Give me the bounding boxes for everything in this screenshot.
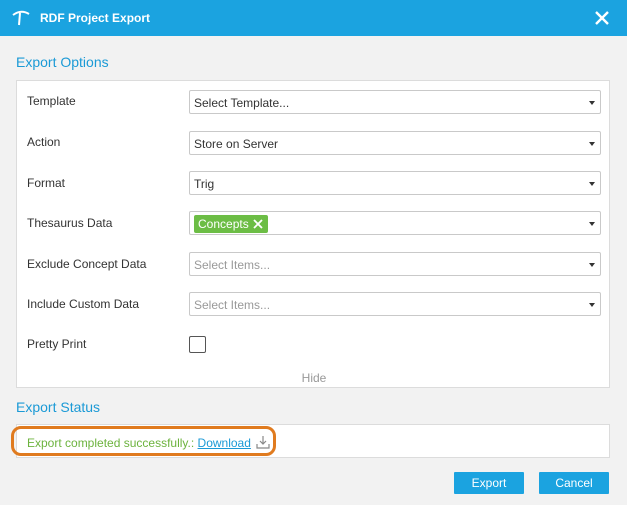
template-label: Template: [27, 94, 76, 108]
include-custom-data-label: Include Custom Data: [27, 297, 140, 311]
thesaurus-data-select[interactable]: Concepts: [189, 211, 601, 235]
chevron-down-icon: [589, 101, 595, 105]
hide-options-link[interactable]: Hide: [17, 371, 611, 385]
pretty-print-checkbox[interactable]: [189, 336, 206, 353]
exclude-concept-data-placeholder: Select Items...: [194, 258, 271, 272]
exclude-concept-data-label: Exclude Concept Data: [27, 257, 147, 271]
window-title: RDF Project Export: [40, 11, 151, 25]
template-select[interactable]: Select Template...: [189, 90, 601, 114]
include-custom-data-placeholder: Select Items...: [194, 298, 271, 312]
export-options-heading: Export Options: [16, 54, 109, 70]
template-value: Select Template...: [194, 96, 290, 110]
close-icon[interactable]: [593, 9, 611, 27]
action-label: Action: [27, 135, 61, 149]
action-select[interactable]: Store on Server: [189, 131, 601, 155]
format-label: Format: [27, 176, 66, 190]
concepts-tag: Concepts: [194, 215, 268, 233]
format-select[interactable]: Trig: [189, 171, 601, 195]
chevron-down-icon: [589, 303, 595, 307]
status-highlight-outline: [11, 426, 276, 456]
app-logo-icon: [12, 10, 30, 26]
pretty-print-label: Pretty Print: [27, 337, 87, 351]
concepts-tag-label: Concepts: [198, 217, 249, 231]
cancel-button[interactable]: Cancel: [539, 472, 609, 494]
exclude-concept-data-select[interactable]: Select Items...: [189, 252, 601, 276]
chevron-down-icon: [589, 182, 595, 186]
chevron-down-icon: [589, 222, 595, 226]
export-status-heading: Export Status: [16, 399, 101, 415]
chevron-down-icon: [589, 263, 595, 267]
export-button[interactable]: Export: [454, 472, 524, 494]
chevron-down-icon: [589, 142, 595, 146]
format-value: Trig: [194, 177, 215, 191]
thesaurus-data-label: Thesaurus Data: [27, 216, 113, 230]
export-options-panel: Template Select Template... Action Store…: [16, 80, 610, 388]
remove-tag-icon[interactable]: [252, 218, 264, 230]
action-value: Store on Server: [194, 137, 279, 151]
include-custom-data-select[interactable]: Select Items...: [189, 292, 601, 316]
title-bar: RDF Project Export: [0, 0, 627, 36]
